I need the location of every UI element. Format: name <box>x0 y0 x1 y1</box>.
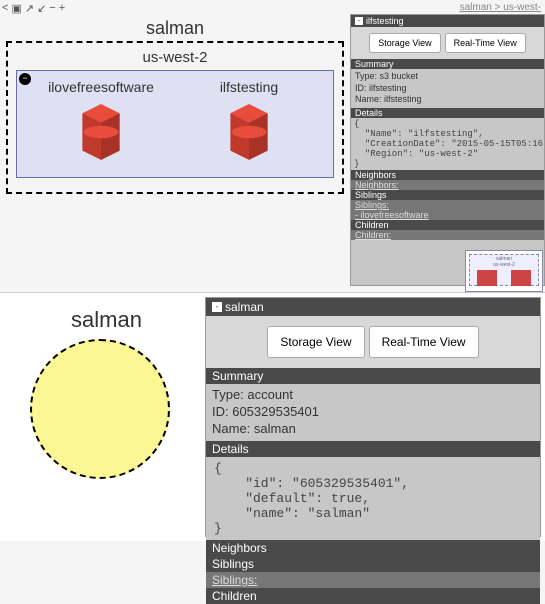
collapse-icon[interactable]: ↙ <box>37 2 46 14</box>
section-children-header: Children <box>206 588 540 604</box>
panel-tabs: Storage View Real-Time View <box>206 316 540 368</box>
account-box[interactable]: us-west-2 − ilovefreesoftware ilfstestin… <box>6 41 344 194</box>
section-summary-header: Summary <box>351 59 544 69</box>
tab-realtime-view[interactable]: Real-Time View <box>445 33 526 53</box>
section-summary-body: Type: s3 bucket ID: ilfstesting Name: il… <box>351 69 544 108</box>
account-node-circle[interactable] <box>30 339 170 479</box>
minimap-region: us-west-2 <box>470 262 538 268</box>
panel-title: ilfstesting <box>366 16 404 26</box>
bucket-ilovefreesoftware[interactable]: ilovefreesoftware <box>30 79 172 163</box>
section-summary-header: Summary <box>206 368 540 384</box>
minus-icon[interactable]: − <box>49 2 55 14</box>
section-details-code: { "id": "605329535401", "default": true,… <box>206 457 540 540</box>
region-box[interactable]: − ilovefreesoftware ilfstesting <box>16 70 334 178</box>
breadcrumb[interactable]: salman > us-west- <box>460 2 541 13</box>
details-panel-bottom: - salman Storage View Real-Time View Sum… <box>205 297 541 537</box>
siblings-sub[interactable]: Siblings: <box>351 200 544 210</box>
toolbar: < ▣ ↗ ↙ − + <box>0 0 68 16</box>
siblings-link[interactable]: - ilovefreesoftware <box>351 210 544 220</box>
section-neighbors-header: Neighbors <box>206 540 540 556</box>
section-summary-body: Type: account ID: 605329535401 Name: sal… <box>206 384 540 441</box>
share-icon[interactable]: < <box>2 2 8 14</box>
collapse-badge-icon[interactable]: − <box>19 73 31 85</box>
bucket-label: ilfstesting <box>220 79 278 95</box>
section-details-header: Details <box>206 441 540 457</box>
neighbors-sub[interactable]: Neighbors: <box>351 180 544 190</box>
canvas-bottom[interactable]: salman <box>0 293 205 541</box>
tab-storage-view[interactable]: Storage View <box>267 326 364 358</box>
minimap[interactable]: salman us-west-2 <box>465 250 543 292</box>
panel-tabs: Storage View Real-Time View <box>351 27 544 59</box>
account-label: salman <box>8 307 205 333</box>
section-details-header: Details <box>351 108 544 118</box>
s3-bucket-icon <box>70 101 132 163</box>
bucket-ilfstesting[interactable]: ilfstesting <box>178 79 320 163</box>
tab-storage-view[interactable]: Storage View <box>369 33 440 53</box>
details-panel-top: - ilfstesting Storage View Real-Time Vie… <box>350 14 545 286</box>
s3-bucket-icon <box>218 101 280 163</box>
collapse-icon[interactable]: - <box>355 17 363 25</box>
canvas-top[interactable]: salman us-west-2 − ilovefreesoftware ilf… <box>0 14 350 286</box>
section-siblings-header: Siblings <box>351 190 544 200</box>
minimap-bucket-icon <box>511 270 531 286</box>
panel-header: - ilfstesting <box>351 15 544 27</box>
account-label: salman <box>0 18 350 39</box>
panel-title: salman <box>225 300 264 314</box>
children-sub[interactable]: Children: <box>351 230 544 240</box>
minimap-bucket-icon <box>477 270 497 286</box>
section-neighbors-header: Neighbors <box>351 170 544 180</box>
section-siblings-header: Siblings <box>206 556 540 572</box>
siblings-sub[interactable]: Siblings: <box>206 572 540 588</box>
section-children-header: Children <box>351 220 544 230</box>
box-icon[interactable]: ▣ <box>11 2 21 14</box>
section-details-code: { "Name": "ilfstesting", "CreationDate":… <box>351 118 544 170</box>
panel-header: - salman <box>206 298 540 316</box>
collapse-icon[interactable]: - <box>212 302 222 312</box>
tab-realtime-view[interactable]: Real-Time View <box>369 326 479 358</box>
region-label: us-west-2 <box>16 49 334 66</box>
plus-icon[interactable]: + <box>59 2 65 14</box>
bucket-label: ilovefreesoftware <box>48 79 154 95</box>
expand-icon[interactable]: ↗ <box>25 2 34 14</box>
